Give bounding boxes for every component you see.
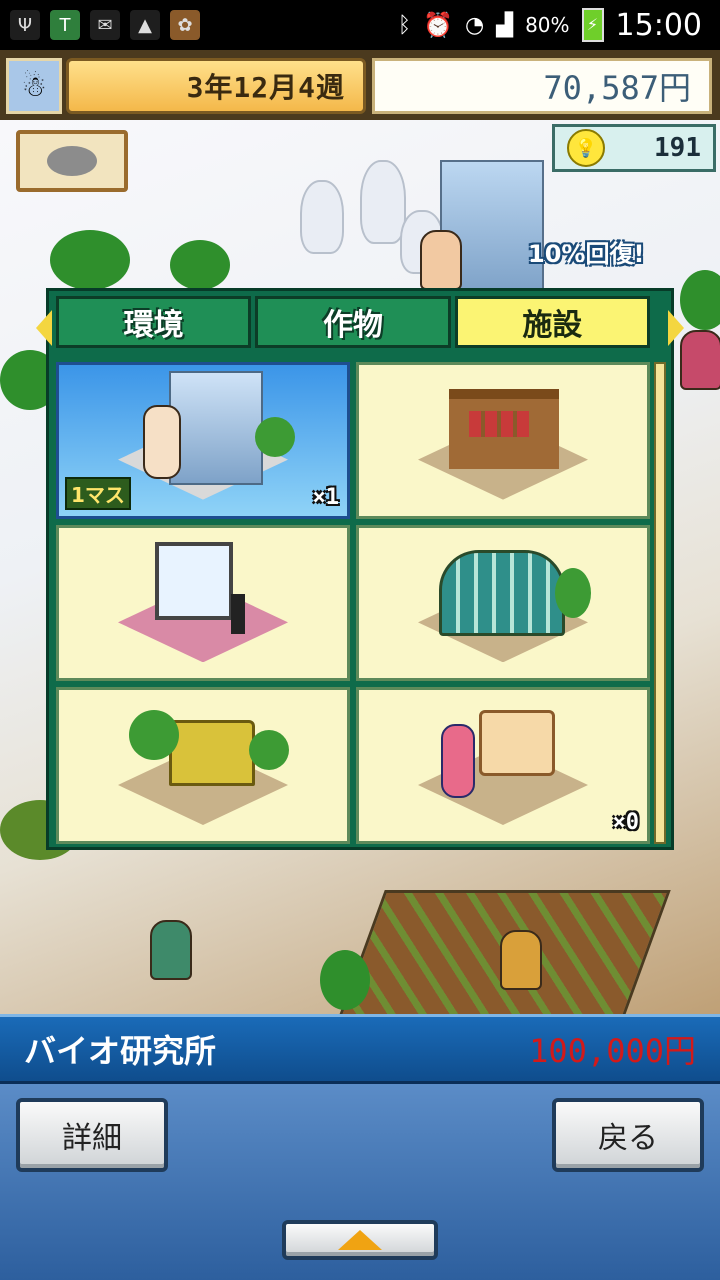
- snow-tree: [360, 160, 406, 244]
- usb-icon: Ψ: [10, 10, 40, 40]
- ideas-value: 191: [654, 133, 701, 163]
- date-text: 3年12月4週: [186, 71, 345, 104]
- gmail-icon: ✉: [90, 10, 120, 40]
- tree-icon: [129, 710, 179, 761]
- villager-character[interactable]: [680, 330, 720, 390]
- owned-count: ×0: [612, 810, 640, 835]
- tree: [50, 230, 130, 290]
- selected-item-price: 100,000円: [529, 1032, 696, 1070]
- ideas-counter: 💡 191: [552, 124, 716, 172]
- billboard-cow-icon: [155, 541, 233, 620]
- waitress-icon: [441, 724, 475, 799]
- facility-card-drink-stand[interactable]: ×0: [356, 687, 650, 844]
- snowman-avatar-icon[interactable]: ☃: [6, 58, 62, 114]
- battery-charging-icon: ⚡: [581, 8, 604, 42]
- date-display: 3年12月4週: [66, 58, 366, 114]
- size-tag: 1マス: [65, 476, 131, 510]
- camera-tripod-icon: [231, 593, 245, 634]
- shield-app-icon: T: [50, 10, 80, 40]
- money-value: 70,587円: [543, 69, 691, 107]
- wifi-icon: ◔: [464, 12, 485, 38]
- battery-percentage: 80%: [525, 13, 570, 37]
- bluetooth-icon: ᛒ: [397, 12, 412, 38]
- farmer-girl-character[interactable]: [150, 920, 192, 980]
- status-bar: Ψ T ✉ ▲ ✿ ᛒ ⏰ ◔ ▟ 80% ⚡ 15:00: [0, 0, 720, 50]
- facility-card-hut[interactable]: [56, 687, 350, 844]
- recovery-text: 10%回復!: [528, 240, 645, 268]
- facility-grid: 1マス ×1 ×0: [56, 362, 650, 844]
- farmer-character[interactable]: [500, 930, 542, 990]
- tab-facilities[interactable]: 施設: [454, 296, 650, 348]
- selected-item-name: バイオ研究所: [24, 1032, 217, 1070]
- thatched-hut-icon: [169, 720, 255, 787]
- tab-crops[interactable]: 作物: [255, 296, 451, 348]
- tree: [320, 950, 370, 1010]
- tab-environment[interactable]: 環境: [56, 296, 252, 348]
- category-tabs: 環境 作物 施設: [56, 296, 650, 348]
- greenhouse-icon: [439, 549, 565, 636]
- clock: 15:00: [615, 7, 702, 43]
- gallery-icon: ▲: [130, 10, 160, 40]
- tree-icon: [555, 567, 591, 618]
- lightbulb-icon: 💡: [567, 129, 605, 167]
- list-scrollbar[interactable]: [654, 362, 666, 844]
- jars-icon: [469, 411, 529, 437]
- facility-card-vegetable-stall[interactable]: [356, 362, 650, 519]
- detail-button[interactable]: 詳細: [16, 1098, 168, 1172]
- alarm-icon: ⏰: [423, 11, 453, 39]
- tree: [680, 270, 720, 330]
- bio-lab-building-icon: [169, 371, 263, 485]
- selected-item-bar: バイオ研究所 100,000円: [0, 1014, 720, 1084]
- money-display: 70,587円: [372, 58, 712, 114]
- signal-icon: ▟: [496, 12, 514, 38]
- back-button[interactable]: 戻る: [552, 1098, 704, 1172]
- facility-card-billboard[interactable]: [56, 524, 350, 682]
- drink-stand-icon: [479, 710, 555, 777]
- cloud-icon: [47, 146, 97, 176]
- bush-icon: [255, 417, 295, 457]
- next-page-arrow-icon[interactable]: [668, 310, 684, 346]
- up-arrow-icon: [338, 1230, 382, 1250]
- owned-count: ×1: [312, 484, 340, 510]
- expand-up-button[interactable]: [282, 1220, 438, 1260]
- prev-page-arrow-icon[interactable]: [36, 310, 52, 346]
- tree: [170, 240, 230, 290]
- photo-thumb-icon: ✿: [170, 10, 200, 40]
- researcher-icon: [143, 405, 181, 479]
- facility-card-greenhouse[interactable]: [356, 524, 650, 682]
- facility-card-bio-lab[interactable]: 1マス ×1: [56, 362, 350, 519]
- researcher-character[interactable]: [420, 230, 462, 290]
- weather-sign[interactable]: [16, 130, 128, 192]
- snow-tree: [300, 180, 344, 254]
